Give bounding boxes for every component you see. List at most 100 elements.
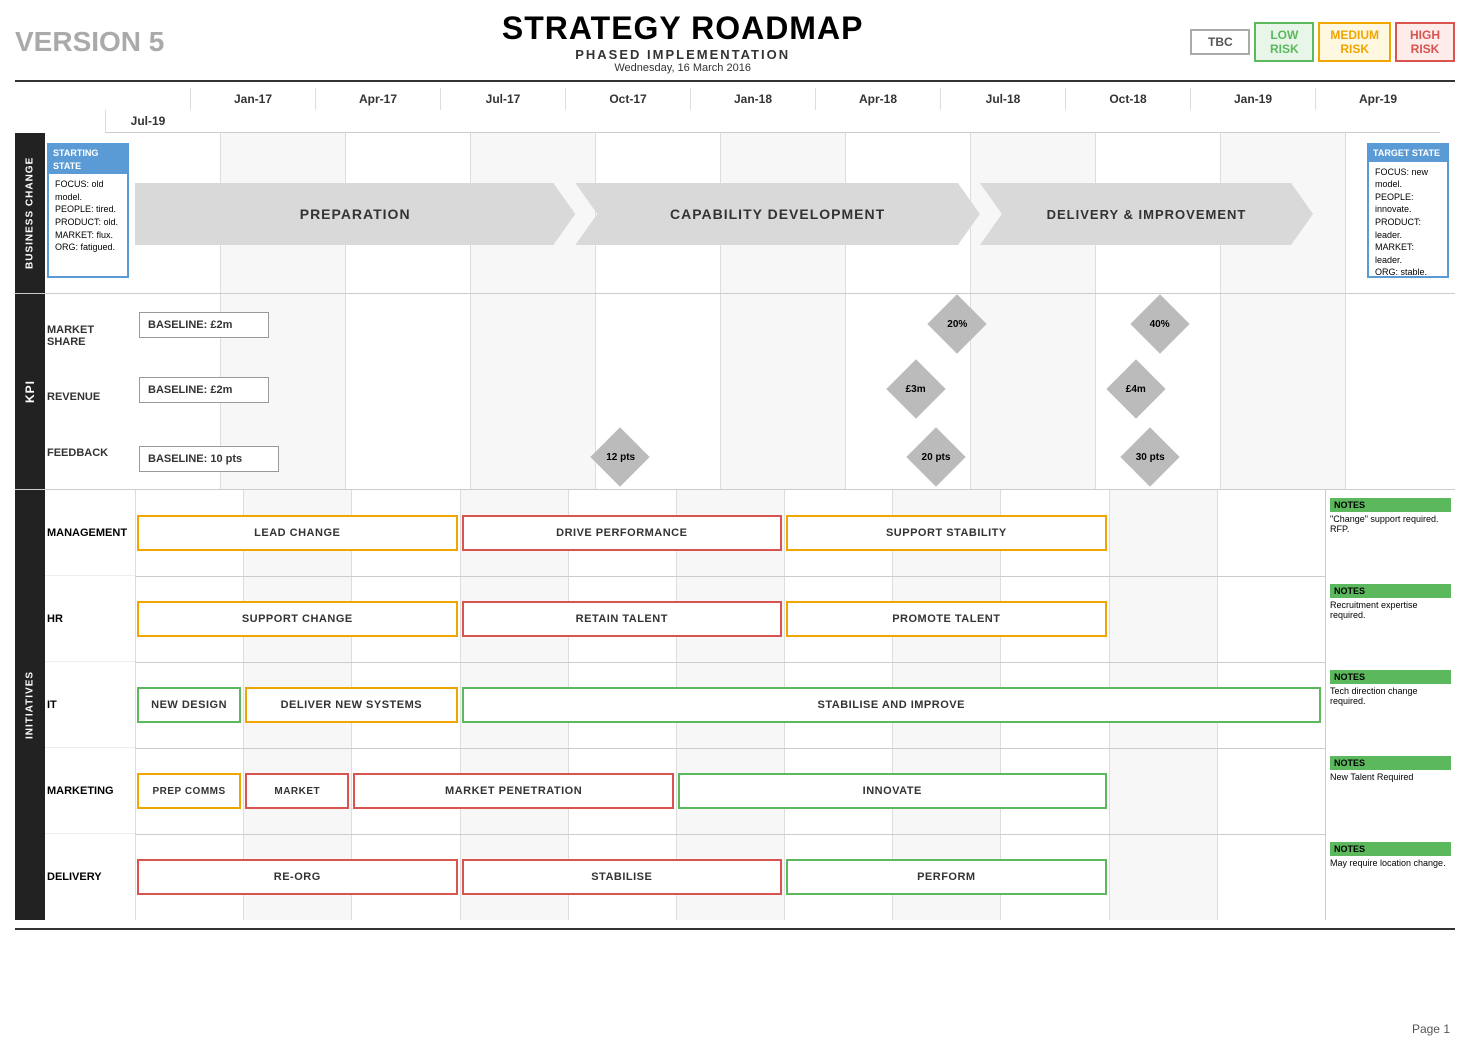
mgmt-support-stability: SUPPORT STABILITY: [786, 515, 1107, 551]
timeline-col-apr18: Apr-18: [815, 88, 940, 110]
rev-4m-label: £4m: [1111, 364, 1161, 414]
kpi-row-labels: MARKET SHARE REVENUE FEEDBACK: [45, 294, 135, 489]
bc-label: BUSINESS CHANGE: [15, 133, 45, 293]
left-spacer: [15, 88, 105, 133]
ms-20-diamond-wrap: 20%: [932, 299, 982, 349]
risk-high-badge: HIGHRISK: [1395, 22, 1455, 62]
init-timeline: LEAD CHANGE DRIVE PERFORMANCE SUPPORT ST…: [135, 490, 1325, 920]
mkt-prep-comms: PREP COMMS: [137, 773, 241, 809]
mkt-innovate: INNOVATE: [678, 773, 1107, 809]
it-notes-text: Tech direction change required.: [1330, 686, 1451, 706]
initiatives-section: INITIATIVES MANAGEMENT HR IT MARKETING D…: [15, 490, 1455, 920]
init-marketing-label: MARKETING: [45, 748, 135, 834]
target-state-lines: FOCUS: new model. PEOPLE: innovate. PROD…: [1375, 166, 1441, 279]
kpi-feedback-label: FEEDBACK: [47, 447, 133, 459]
business-change-section: BUSINESS CHANGE STARTING STATE FOCUS: ol…: [15, 133, 1455, 294]
timeline-col-jul17: Jul-17: [440, 88, 565, 110]
timeline-col-oct17: Oct-17: [565, 88, 690, 110]
sub-date: Wednesday, 16 March 2016: [175, 62, 1190, 74]
del-stabilise: STABILISE: [462, 859, 783, 895]
kpi-revenue-label: REVENUE: [47, 391, 133, 403]
init-hr-label: HR: [45, 576, 135, 662]
del-perform: PERFORM: [786, 859, 1107, 895]
timeline-col-empty: [105, 88, 190, 110]
starting-state-box: STARTING STATE FOCUS: old model. PEOPLE:…: [47, 143, 129, 278]
phase-preparation: PREPARATION: [135, 183, 575, 245]
phase-capability: CAPABILITY DEVELOPMENT: [575, 183, 980, 245]
timeline-col-oct18: Oct-18: [1065, 88, 1190, 110]
fb-12-diamond-wrap: 12 pts: [593, 432, 648, 482]
bc-target-col: TARGET STATE FOCUS: new model. PEOPLE: i…: [1325, 133, 1455, 293]
fb-20-diamond-wrap: 20 pts: [909, 432, 964, 482]
mkt-market: MARKET: [245, 773, 349, 809]
version-label: VERSION 5: [15, 26, 175, 58]
mgmt-lead-change: LEAD CHANGE: [137, 515, 458, 551]
init-it-label: IT: [45, 662, 135, 748]
header: VERSION 5 STRATEGY ROADMAP PHASED IMPLEM…: [15, 10, 1455, 74]
kpi-label: KPI: [15, 294, 45, 489]
it-deliver-new-systems: DELIVER NEW SYSTEMS: [245, 687, 457, 723]
del-notes-title: NOTES: [1330, 842, 1451, 856]
notes-spacer: [1440, 88, 1470, 133]
header-divider: [15, 80, 1455, 82]
del-re-org: RE-ORG: [137, 859, 458, 895]
timeline-header: Jan-17 Apr-17 Jul-17 Oct-17 Jan-18 Apr-1…: [105, 88, 1440, 133]
bc-timeline: PREPARATION CAPABILITY DEVELOPMENT DELIV…: [135, 133, 1325, 293]
starting-state-title: STARTING STATE: [49, 145, 127, 174]
hr-support-change: SUPPORT CHANGE: [137, 601, 458, 637]
init-label: INITIATIVES: [15, 490, 45, 920]
del-notes: NOTES May require location change.: [1330, 842, 1451, 868]
kpi-section: KPI MARKET SHARE REVENUE FEEDBACK: [15, 294, 1455, 490]
fb-12-label: 12 pts: [593, 432, 648, 482]
risk-low-badge: LOWRISK: [1254, 22, 1314, 62]
target-state-title: TARGET STATE: [1369, 145, 1447, 162]
rev-4m-diamond-wrap: £4m: [1111, 364, 1161, 414]
notes-column: NOTES "Change" support required. RFP. NO…: [1325, 490, 1455, 920]
hr-notes-text: Recruitment expertise required.: [1330, 600, 1451, 620]
target-state-box: TARGET STATE FOCUS: new model. PEOPLE: i…: [1367, 143, 1449, 278]
fb-20-label: 20 pts: [909, 432, 964, 482]
timeline-col-jul19: Jul-19: [105, 110, 190, 132]
hr-notes: NOTES Recruitment expertise required.: [1330, 584, 1451, 620]
phase-delivery: DELIVERY & IMPROVEMENT: [980, 183, 1313, 245]
hr-retain-talent: RETAIN TALENT: [462, 601, 783, 637]
risk-badges: TBC LOWRISK MEDIUMRISK HIGHRISK: [1190, 22, 1455, 62]
mkt-notes: NOTES New Talent Required: [1330, 756, 1451, 782]
timeline-col-apr19: Apr-19: [1315, 88, 1440, 110]
hr-notes-title: NOTES: [1330, 584, 1451, 598]
it-notes-title: NOTES: [1330, 670, 1451, 684]
mgmt-notes-title: NOTES: [1330, 498, 1451, 512]
risk-medium-badge: MEDIUMRISK: [1318, 22, 1391, 62]
bc-starting-col: STARTING STATE FOCUS: old model. PEOPLE:…: [45, 133, 135, 293]
mkt-notes-text: New Talent Required: [1330, 772, 1451, 782]
del-notes-text: May require location change.: [1330, 858, 1451, 868]
timeline-col-jan18: Jan-18: [690, 88, 815, 110]
rev-3m-diamond-wrap: £3m: [891, 364, 941, 414]
timeline-wrapper: Jan-17 Apr-17 Jul-17 Oct-17 Jan-18 Apr-1…: [15, 88, 1455, 133]
rev-3m-label: £3m: [891, 364, 941, 414]
ms-40-label: 40%: [1135, 299, 1185, 349]
fb-baseline: BASELINE: 10 pts: [139, 446, 279, 472]
footer-divider: [15, 928, 1455, 930]
timeline-col-jan19: Jan-19: [1190, 88, 1315, 110]
init-row-labels: MANAGEMENT HR IT MARKETING DELIVERY: [45, 490, 135, 920]
sub-title: PHASED IMPLEMENTATION: [175, 47, 1190, 62]
mkt-notes-title: NOTES: [1330, 756, 1451, 770]
kpi-timeline: BASELINE: £2m 20% 40% BASELINE: £2m £3m …: [135, 294, 1325, 489]
rev-baseline: BASELINE: £2m: [139, 377, 269, 403]
title-block: STRATEGY ROADMAP PHASED IMPLEMENTATION W…: [175, 10, 1190, 74]
mgmt-notes-text: "Change" support required. RFP.: [1330, 514, 1451, 534]
ms-40-diamond-wrap: 40%: [1135, 299, 1185, 349]
timeline-col-apr17: Apr-17: [315, 88, 440, 110]
page-number: Page 1: [1412, 1022, 1450, 1036]
fb-30-label: 30 pts: [1123, 432, 1178, 482]
timeline-content: Jan-17 Apr-17 Jul-17 Oct-17 Jan-18 Apr-1…: [105, 88, 1440, 133]
timeline-col-jul18: Jul-18: [940, 88, 1065, 110]
init-management-label: MANAGEMENT: [45, 490, 135, 576]
it-notes: NOTES Tech direction change required.: [1330, 670, 1451, 706]
kpi-market-share-label: MARKET SHARE: [47, 324, 133, 348]
init-delivery-label: DELIVERY: [45, 834, 135, 920]
timeline-col-jan17: Jan-17: [190, 88, 315, 110]
it-stabilise-improve: STABILISE AND IMPROVE: [462, 687, 1321, 723]
it-new-design: NEW DESIGN: [137, 687, 241, 723]
